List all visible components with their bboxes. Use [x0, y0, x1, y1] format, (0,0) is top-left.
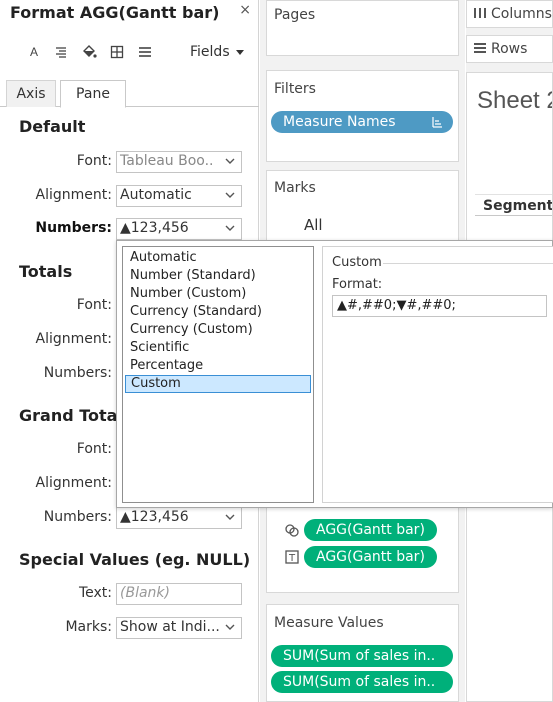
chevron-down-icon: [225, 624, 235, 630]
grand-totals-numbers-label: Numbers:: [43, 509, 112, 525]
section-grand-totals: Grand Total: [19, 406, 123, 425]
format-pane-title: Format AGG(Gantt bar): [10, 3, 220, 22]
chevron-down-icon: [225, 514, 235, 520]
format-option-number-custom[interactable]: Number (Custom): [125, 285, 311, 303]
pages-title: Pages: [274, 7, 316, 23]
format-option-automatic[interactable]: Automatic: [125, 249, 311, 267]
chevron-down-icon: [225, 192, 235, 198]
svg-text:T: T: [288, 553, 296, 564]
default-font-value: Tableau Boo..: [120, 153, 214, 169]
fields-label: Fields: [190, 44, 230, 60]
number-format-list[interactable]: Automatic Number (Standard) Number (Cust…: [122, 246, 314, 503]
font-icon[interactable]: A: [26, 44, 42, 60]
section-totals: Totals: [19, 262, 73, 281]
marks-title: Marks: [274, 180, 316, 196]
mark-pill-label[interactable]: AGG(Gantt bar): [304, 546, 437, 568]
special-marks-label: Marks:: [65, 619, 112, 635]
alignment-icon[interactable]: [53, 44, 69, 60]
detail-icon[interactable]: [284, 522, 300, 538]
default-alignment-label: Alignment:: [35, 187, 112, 203]
totals-alignment-label: Alignment:: [35, 331, 112, 347]
measure-values-title: Measure Values: [274, 615, 384, 631]
columns-label: Columns: [491, 6, 552, 22]
filter-pill-label: Measure Names: [283, 114, 396, 130]
grand-totals-alignment-label: Alignment:: [35, 475, 112, 491]
marks-all-label[interactable]: All: [304, 216, 323, 234]
lines-icon[interactable]: [137, 44, 153, 60]
format-option-percentage[interactable]: Percentage: [125, 357, 311, 375]
borders-icon[interactable]: [109, 44, 125, 60]
filters-title: Filters: [274, 81, 316, 97]
shading-icon[interactable]: [81, 44, 97, 60]
number-format-popup: Automatic Number (Standard) Number (Cust…: [116, 240, 553, 508]
filter-pill-measure-names[interactable]: Measure Names: [271, 111, 453, 133]
format-option-scientific[interactable]: Scientific: [125, 339, 311, 357]
grand-totals-numbers-value: ▲123,456: [120, 509, 189, 525]
format-tabs: Axis Pane: [0, 80, 259, 108]
totals-numbers-label: Numbers:: [43, 365, 112, 381]
default-alignment-value: Automatic: [120, 187, 192, 203]
rows-shelf[interactable]: Rows: [466, 35, 553, 63]
default-font-label: Font:: [76, 153, 112, 169]
format-option-currency-custom[interactable]: Currency (Custom): [125, 321, 311, 339]
special-text-input[interactable]: (Blank): [116, 583, 242, 605]
default-numbers-dropdown[interactable]: ▲123,456: [116, 218, 242, 240]
grand-totals-numbers-dropdown[interactable]: ▲123,456: [116, 507, 242, 529]
measure-value-pill[interactable]: SUM(Sum of sales in..: [271, 671, 453, 693]
format-option-number-standard[interactable]: Number (Standard): [125, 267, 311, 285]
default-numbers-value: ▲123,456: [120, 220, 189, 236]
close-icon[interactable]: ×: [239, 2, 251, 18]
columns-icon: [474, 8, 486, 18]
section-special-values: Special Values (eg. NULL): [19, 550, 251, 569]
label-icon[interactable]: T: [284, 549, 300, 565]
tab-axis[interactable]: Axis: [6, 80, 56, 107]
caret-down-icon: [236, 50, 245, 55]
tab-pane[interactable]: Pane: [60, 80, 126, 108]
mark-pill-detail[interactable]: AGG(Gantt bar): [304, 519, 437, 541]
rows-icon: [474, 43, 486, 53]
filters-card: Filters Measure Names: [266, 70, 459, 162]
measure-value-pill[interactable]: SUM(Sum of sales in..: [271, 645, 453, 667]
sort-icon: [432, 117, 442, 128]
special-text-label: Text:: [78, 585, 112, 601]
pages-card[interactable]: Pages: [266, 0, 459, 56]
chevron-down-icon: [225, 158, 235, 164]
section-default: Default: [19, 117, 86, 136]
format-option-custom[interactable]: Custom: [125, 375, 311, 393]
special-marks-dropdown[interactable]: Show at Indi...: [116, 617, 242, 639]
special-marks-value: Show at Indi...: [120, 619, 220, 635]
rows-label: Rows: [491, 41, 528, 57]
totals-font-label: Font:: [76, 297, 112, 313]
default-font-dropdown[interactable]: Tableau Boo..: [116, 151, 242, 173]
sheet-title[interactable]: Sheet 2: [477, 87, 552, 115]
measure-values-card: Measure Values SUM(Sum of sales in.. SUM…: [266, 604, 459, 702]
default-numbers-label: Numbers:: [35, 220, 112, 236]
custom-format-title: Custom: [332, 255, 382, 270]
columns-shelf[interactable]: Columns: [466, 0, 553, 28]
format-label: Format:: [332, 277, 383, 292]
default-alignment-dropdown[interactable]: Automatic: [116, 185, 242, 207]
format-option-currency-standard[interactable]: Currency (Standard): [125, 303, 311, 321]
grand-totals-font-label: Font:: [76, 441, 112, 457]
custom-format-panel: Custom Format: ▲#,##0;▼#,##0;: [322, 246, 553, 503]
segment-header[interactable]: Segment: [475, 194, 552, 216]
fields-dropdown[interactable]: Fields: [190, 44, 245, 60]
divider: [383, 263, 553, 264]
chevron-down-icon: [225, 225, 235, 231]
format-string-input[interactable]: ▲#,##0;▼#,##0;: [332, 295, 547, 317]
